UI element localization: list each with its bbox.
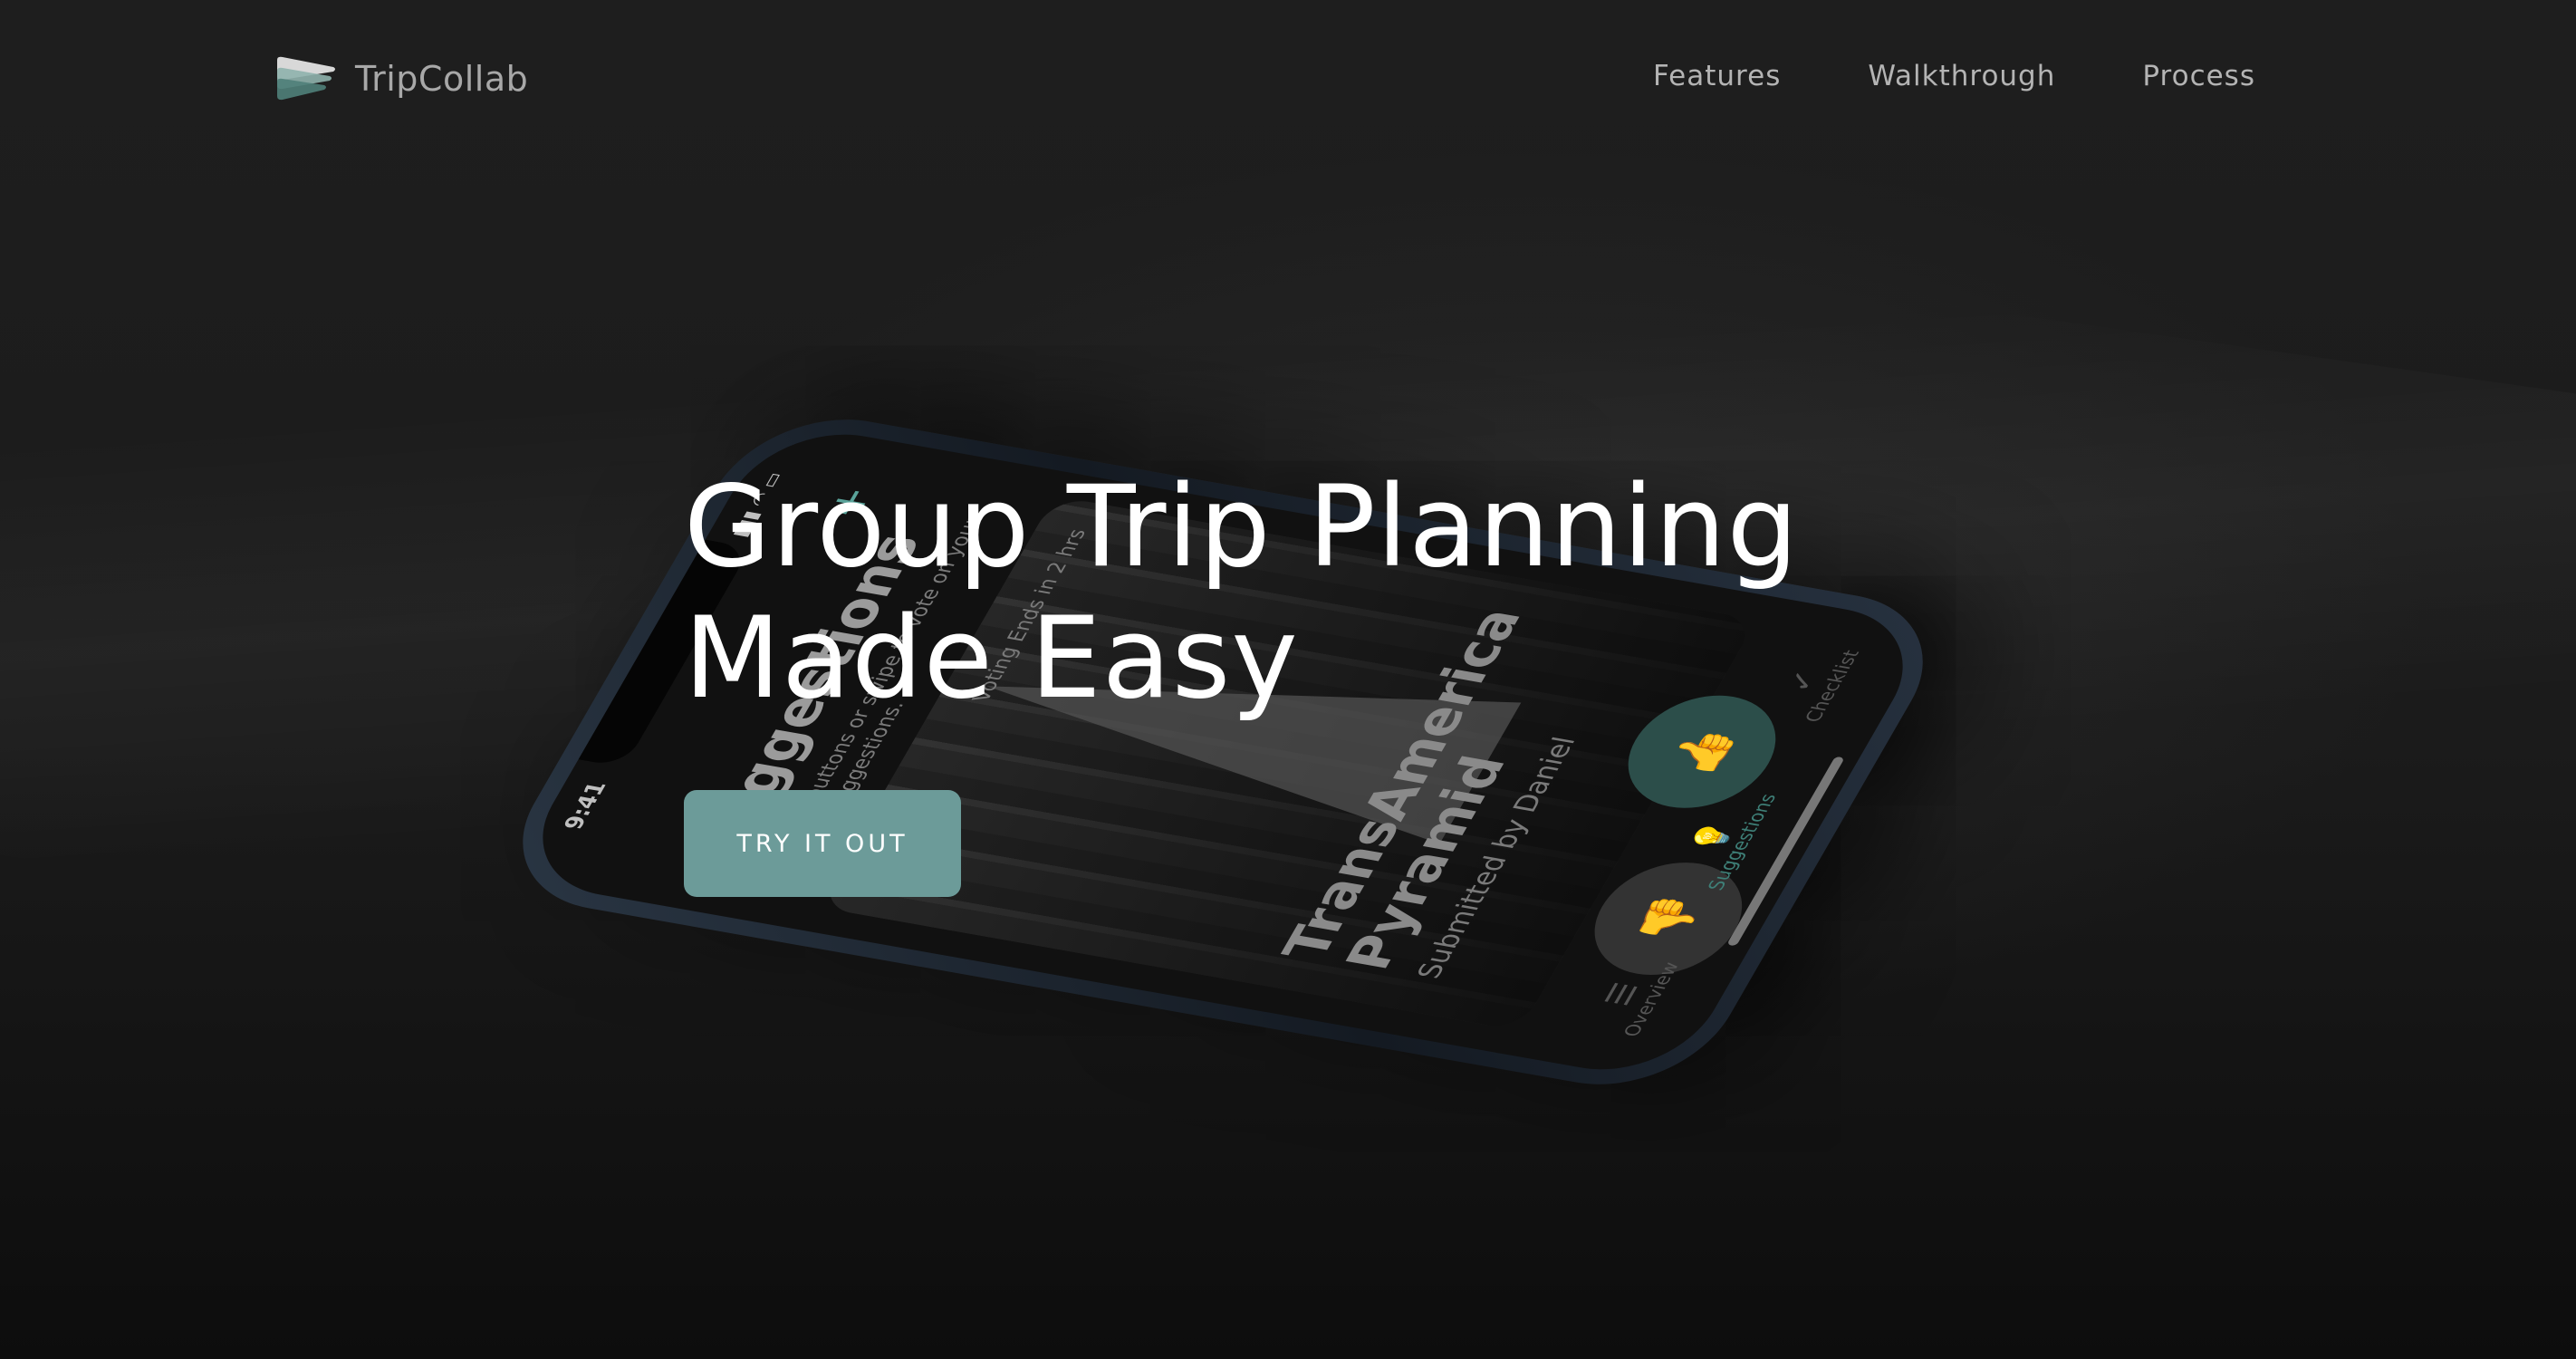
hero-title-line-1: Group Trip Planning [684,462,1800,593]
brand-name: TripCollab [355,59,529,99]
nav-link-walkthrough[interactable]: Walkthrough [1868,60,2055,92]
nav-link-features[interactable]: Features [1653,60,1781,92]
hero: Group Trip Planning Made Easy [684,462,1799,725]
phone-tab-overview: ☰ Overview [1582,954,1684,1038]
hero-title: Group Trip Planning Made Easy [684,462,1799,725]
nav-link-process[interactable]: Process [2142,60,2255,92]
nav-links: Features Walkthrough Process [1653,60,2255,92]
hero-title-line-2: Made Easy [684,593,1299,724]
try-it-out-button[interactable]: TRY IT OUT [684,790,961,897]
status-time: 9:41 [558,779,612,832]
landing-page: TripCollab Features Walkthrough Process … [0,0,2576,1359]
stacked-wedge-logo-icon [277,56,335,101]
brand-link[interactable]: TripCollab [274,54,528,103]
